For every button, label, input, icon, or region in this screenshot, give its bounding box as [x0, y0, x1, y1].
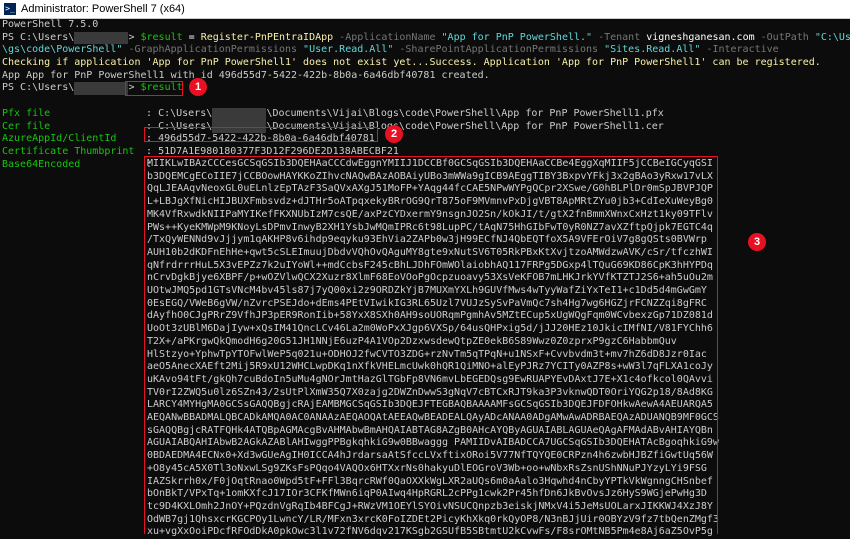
highlight-box-client-id	[144, 127, 378, 142]
command-line-1-wrap: \gs\code\PowerShell" -GraphApplicationPe…	[2, 44, 779, 56]
command-line-1: PS C:\Users\xxxxxxxxx> $result = Registe…	[2, 31, 850, 45]
callout-badge-2: 2	[385, 125, 403, 143]
powershell-icon: >_	[4, 3, 16, 15]
redacted-username: xxxxxxxxx	[74, 31, 129, 45]
callout-badge-1: 1	[189, 78, 207, 96]
window-title: Administrator: PowerShell 7 (x64)	[21, 3, 185, 15]
callout-badge-3: 3	[748, 233, 766, 251]
window-titlebar: >_ Administrator: PowerShell 7 (x64)	[0, 0, 850, 19]
appid-row: AzureAppId/ClientId : 496d55d7-5422-422b…	[2, 133, 375, 145]
pfx-file-row: Pfx file : C:\Users\xxxxxxxxx\Documents\…	[2, 107, 664, 121]
redacted-username: xxxxxxxxx	[212, 107, 267, 121]
highlight-box-result-command	[125, 81, 183, 96]
cer-file-row: Cer file : C:\Users\xxxxxxxxx\Documents\…	[2, 120, 664, 134]
redacted-username: xxxxxxxxx	[74, 82, 129, 96]
highlight-box-base64	[144, 156, 718, 534]
version-line: PowerShell 7.5.0	[2, 19, 99, 30]
check-line: Checking if application 'App for PnP Pow…	[2, 57, 821, 69]
